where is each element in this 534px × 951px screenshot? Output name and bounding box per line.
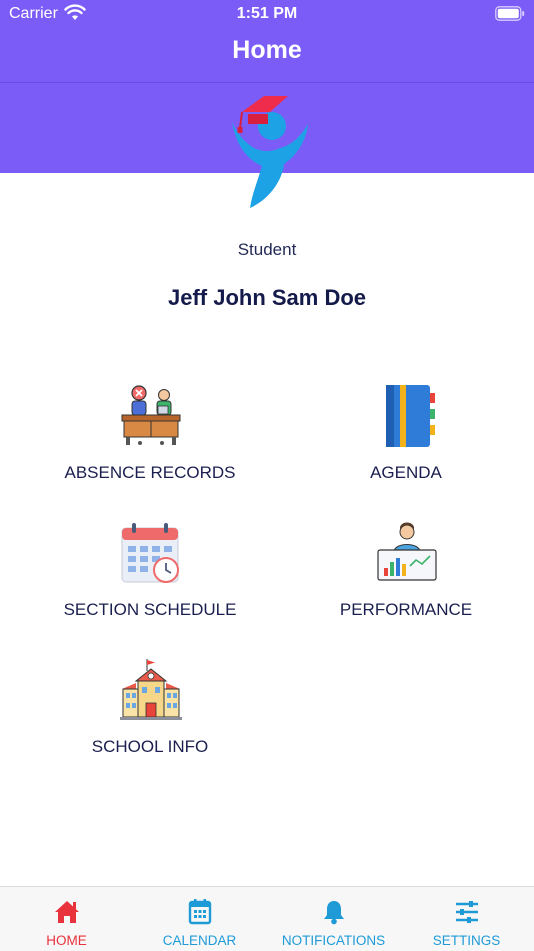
menu-label: SCHOOL INFO	[91, 737, 209, 756]
student-name: Jeff John Sam Doe	[167, 285, 367, 310]
battery-icon	[495, 6, 525, 21]
menu-label: AGENDA	[370, 463, 442, 482]
school-info-button[interactable]: SCHOOL INFO	[35, 659, 265, 769]
nav-divider	[0, 82, 534, 83]
agenda-button[interactable]: AGENDA	[291, 385, 521, 495]
tab-settings[interactable]: SETTINGS	[400, 887, 533, 951]
performance-button[interactable]: PERFORMANCE	[291, 522, 521, 632]
tab-label: CALENDAR	[162, 933, 237, 948]
tab-notifications[interactable]: NOTIFICATIONS	[267, 887, 400, 951]
home-icon	[55, 901, 79, 923]
status-bar: Carrier 1:51 PM	[0, 0, 534, 28]
absence-desk-icon	[121, 385, 181, 445]
clock: 1:51 PM	[236, 5, 298, 22]
menu-label: ABSENCE RECORDS	[64, 463, 236, 482]
calendar-icon	[188, 899, 212, 925]
tab-bar: HOME CALENDAR NOTIFICATIONS SETTINGS	[0, 886, 534, 951]
menu-label: PERFORMANCE	[339, 600, 473, 619]
bell-icon	[324, 901, 344, 925]
school-logo-icon	[232, 96, 308, 208]
tab-label: NOTIFICATIONS	[281, 933, 386, 948]
tab-calendar[interactable]: CALENDAR	[133, 887, 266, 951]
calendar-clock-icon	[121, 523, 179, 583]
tab-label: SETTINGS	[432, 933, 501, 948]
sliders-icon	[456, 901, 478, 923]
absence-records-button[interactable]: ABSENCE RECORDS	[35, 385, 265, 495]
tab-home[interactable]: HOME	[0, 887, 133, 951]
page-title: Home	[232, 36, 302, 64]
role-label: Student	[237, 240, 297, 259]
tab-label: HOME	[46, 933, 87, 948]
menu-label: SECTION SCHEDULE	[63, 600, 237, 619]
teacher-chart-icon	[377, 522, 437, 581]
school-building-icon	[120, 659, 182, 720]
section-schedule-button[interactable]: SECTION SCHEDULE	[35, 522, 265, 632]
notebook-icon	[386, 385, 435, 447]
